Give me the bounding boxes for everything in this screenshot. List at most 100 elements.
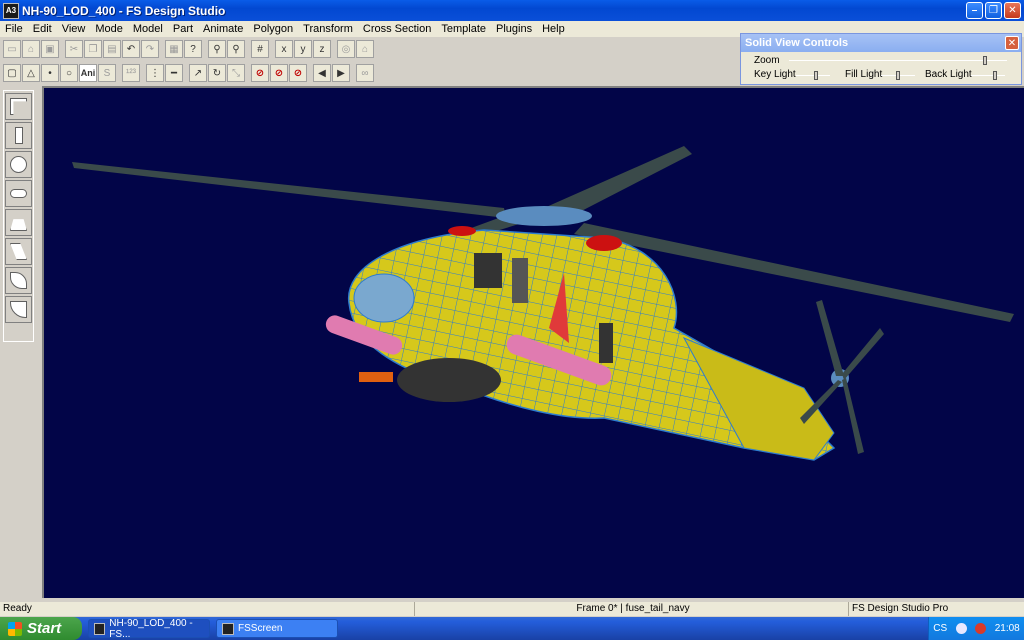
app-icon [94, 622, 106, 635]
binoculars-icon[interactable]: ∞ [356, 64, 374, 82]
close-button[interactable]: ✕ [1004, 2, 1021, 19]
security-icon[interactable] [975, 623, 987, 634]
back-light-label: Back Light [925, 69, 972, 80]
menu-animate[interactable]: Animate [198, 23, 248, 35]
corner-shape-tool[interactable] [5, 93, 32, 120]
delete-polygon-icon[interactable]: ⊘ [270, 64, 288, 82]
select-box-icon[interactable]: ▢ [3, 64, 21, 82]
back-light-slider-thumb[interactable] [992, 71, 997, 80]
circle-icon[interactable]: ○ [60, 64, 78, 82]
status-frame: Frame 0* | fuse_tail_navy [414, 602, 848, 616]
rotate-icon[interactable]: ↻ [208, 64, 226, 82]
system-tray: CS 21:08 [928, 617, 1024, 640]
bar-shape-tool[interactable] [5, 122, 32, 149]
grid-icon[interactable]: # [251, 40, 269, 58]
menu-cross-section[interactable]: Cross Section [358, 23, 436, 35]
title-bar: A3 NH-90_LOD_400 - FS Design Studio – ❐ … [0, 0, 1024, 21]
dotted-select-icon[interactable]: ⋮ [146, 64, 164, 82]
status-bar: Ready Frame 0* | fuse_tail_navy FS Desig… [0, 602, 1024, 616]
numbers-icon[interactable]: ¹²³ [122, 64, 140, 82]
menu-template[interactable]: Template [436, 23, 491, 35]
menu-edit[interactable]: Edit [28, 23, 57, 35]
main-toolbar: ▭ ⌂ ▣ ✂ ❐ ▤ ↶ ↷ ▦ ? ⚲ ⚲ # x y z ◎ ⌂ [3, 38, 374, 60]
help-pointer-icon[interactable]: ? [184, 40, 202, 58]
rotor-hub [496, 206, 592, 226]
nose-dome [353, 273, 415, 323]
language-indicator[interactable]: CS [933, 623, 947, 634]
triangle-icon[interactable]: △ [22, 64, 40, 82]
axis-y-icon[interactable]: y [294, 40, 312, 58]
next-frame-icon[interactable]: ▶ [332, 64, 350, 82]
clock[interactable]: 21:08 [995, 623, 1020, 634]
windows-logo-icon [8, 621, 22, 636]
move-arrow-icon[interactable]: ↗ [189, 64, 207, 82]
scale-icon[interactable]: ⤡ [227, 64, 245, 82]
taskbar: Start NH-90_LOD_400 - FS... FSScreen CS … [0, 617, 1024, 640]
delete-part-icon[interactable]: ⊘ [289, 64, 307, 82]
zoom-in-icon[interactable]: ⚲ [208, 40, 226, 58]
taskbar-item-fsscreen[interactable]: FSScreen [216, 619, 338, 638]
side-window [512, 258, 528, 303]
3d-viewport[interactable] [42, 86, 1024, 598]
menu-file[interactable]: File [0, 23, 28, 35]
maximize-button[interactable]: ❐ [985, 2, 1002, 19]
point-icon[interactable]: • [41, 64, 59, 82]
wedge-shape-tool[interactable] [5, 209, 32, 236]
open-folder-icon[interactable]: ⌂ [22, 40, 40, 58]
ruler-icon[interactable]: ━ [165, 64, 183, 82]
key-light-label: Key Light [754, 69, 796, 80]
cabin-window [599, 323, 613, 363]
previous-frame-icon[interactable]: ◀ [313, 64, 331, 82]
start-label: Start [27, 620, 62, 637]
capsule-shape-tool[interactable] [5, 180, 32, 207]
paste-icon[interactable]: ▤ [103, 40, 121, 58]
axis-z-icon[interactable]: z [313, 40, 331, 58]
start-button[interactable]: Start [0, 617, 82, 640]
fill-light-slider-thumb[interactable] [896, 71, 900, 80]
panel-close-icon[interactable]: ✕ [1005, 36, 1019, 50]
menu-mode[interactable]: Mode [90, 23, 128, 35]
menu-transform[interactable]: Transform [298, 23, 358, 35]
corner-shape-icon [10, 98, 27, 115]
zoom-slider-thumb[interactable] [983, 56, 988, 65]
menu-view[interactable]: View [57, 23, 91, 35]
zoom-out-icon[interactable]: ⚲ [227, 40, 245, 58]
menu-model[interactable]: Model [128, 23, 168, 35]
status-product: FS Design Studio Pro [848, 602, 1024, 616]
undo-icon[interactable]: ↶ [122, 40, 140, 58]
beacon-top [586, 235, 622, 251]
menu-plugins[interactable]: Plugins [491, 23, 537, 35]
curve-shape-tool[interactable] [5, 238, 32, 265]
cut-icon[interactable]: ✂ [65, 40, 83, 58]
sphere-shape-icon [10, 156, 27, 173]
arc-shape-tool[interactable] [5, 296, 32, 323]
network-icon[interactable] [955, 623, 967, 634]
sphere-shape-tool[interactable] [5, 151, 32, 178]
spline-icon[interactable]: S [98, 64, 116, 82]
light-icon[interactable]: ◎ [337, 40, 355, 58]
axis-x-icon[interactable]: x [275, 40, 293, 58]
window-title: NH-90_LOD_400 - FS Design Studio [22, 3, 226, 18]
key-light-slider-track[interactable] [796, 75, 830, 76]
menu-part[interactable]: Part [168, 23, 198, 35]
taskbar-item-fsds[interactable]: NH-90_LOD_400 - FS... [88, 618, 210, 640]
copy-icon[interactable]: ❐ [84, 40, 102, 58]
animation-button[interactable]: Ani [79, 64, 97, 82]
capsule-shape-icon [10, 189, 27, 198]
save-icon[interactable]: ▣ [41, 40, 59, 58]
home-icon[interactable]: ⌂ [356, 40, 374, 58]
app-icon: A3 [3, 2, 19, 19]
key-light-slider-thumb[interactable] [814, 71, 819, 80]
print-icon[interactable]: ▦ [165, 40, 183, 58]
minimize-button[interactable]: – [966, 2, 983, 19]
leaf-shape-tool[interactable] [5, 267, 32, 294]
new-file-icon[interactable]: ▭ [3, 40, 21, 58]
back-light-slider-track[interactable] [971, 75, 1005, 76]
delete-point-icon[interactable]: ⊘ [251, 64, 269, 82]
menu-help[interactable]: Help [537, 23, 570, 35]
sponson [397, 358, 501, 402]
zoom-slider-track[interactable] [789, 60, 1007, 61]
redo-icon[interactable]: ↷ [141, 40, 159, 58]
status-ready: Ready [3, 603, 32, 614]
menu-polygon[interactable]: Polygon [248, 23, 298, 35]
